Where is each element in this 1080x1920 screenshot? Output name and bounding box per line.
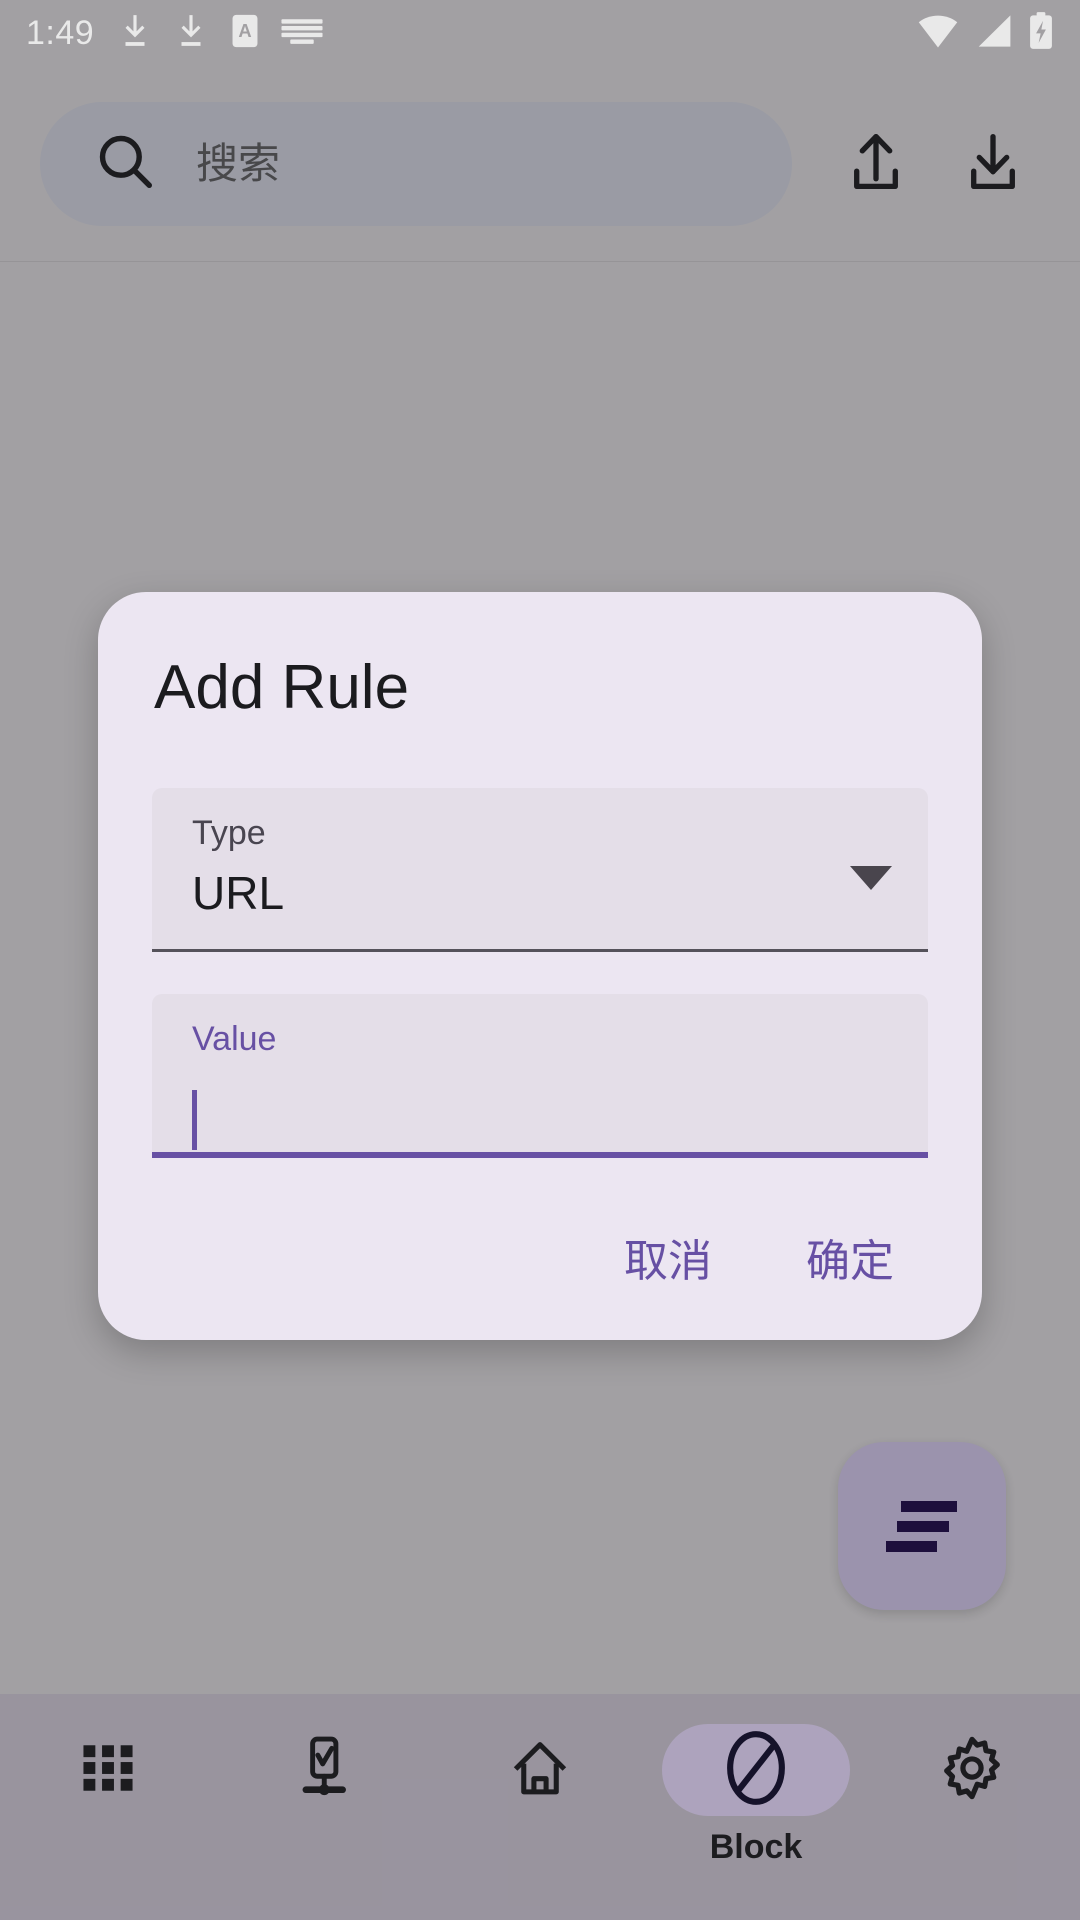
value-field-label: Value (192, 1020, 277, 1059)
value-field-value (192, 1076, 898, 1151)
add-rule-dialog: Add Rule Type URL Value 取消 确定 (98, 592, 982, 1341)
type-field-underline (152, 949, 928, 953)
chevron-down-icon[interactable] (850, 866, 892, 891)
phone-screen: 1:49 A 搜索 Block Add Rule Type URL Value … (0, 0, 1080, 1920)
value-field-underline (152, 1152, 928, 1159)
text-caret (192, 1090, 197, 1151)
dialog-title: Add Rule (154, 653, 410, 722)
type-field-value: URL (192, 867, 285, 920)
value-text-field[interactable]: Value (152, 994, 928, 1159)
type-dropdown-field[interactable]: Type URL (152, 788, 928, 953)
dialog-actions: 取消 确定 (152, 1222, 928, 1302)
confirm-button[interactable]: 确定 (772, 1222, 928, 1302)
cancel-button[interactable]: 取消 (590, 1222, 746, 1302)
type-field-label: Type (192, 814, 266, 853)
